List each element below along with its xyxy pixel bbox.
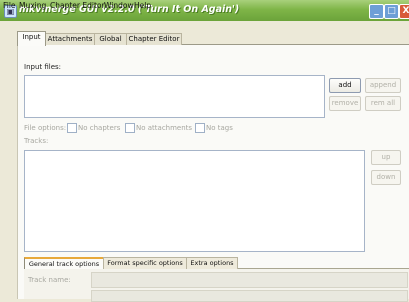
tab-attachments[interactable]: Attachments <box>45 33 95 45</box>
menu-muxing[interactable]: Muxing <box>19 1 46 10</box>
subtab-general-track-options[interactable]: General track options <box>24 257 104 269</box>
add-button[interactable]: add <box>329 78 361 93</box>
subtab-format-specific-options[interactable]: Format specific options <box>103 257 187 269</box>
input-files-list[interactable] <box>24 75 325 118</box>
menu-file[interactable]: File <box>3 1 16 10</box>
track-down-button[interactable]: down <box>371 170 401 185</box>
file-options-label: File options: <box>24 124 67 132</box>
tab-input[interactable]: Input <box>17 31 46 46</box>
tab-chapter-editor[interactable]: Chapter Editor <box>126 33 182 45</box>
subtab-extra-options[interactable]: Extra options <box>186 257 238 269</box>
menu-chapter-editor[interactable]: Chapter Editor <box>50 1 105 10</box>
no-attachments-label: No attachments <box>136 124 193 132</box>
no-attachments-checkbox[interactable] <box>125 123 135 133</box>
track-name-label: Track name: <box>28 276 71 284</box>
append-button[interactable]: append <box>365 78 401 93</box>
tracks-label: Tracks: <box>24 137 49 145</box>
remove-all-button[interactable]: rem all <box>365 96 401 111</box>
minimize-button[interactable]: _ <box>369 4 384 19</box>
tracks-list[interactable] <box>24 150 365 252</box>
no-chapters-checkbox[interactable] <box>67 123 77 133</box>
close-button[interactable]: X <box>399 4 409 19</box>
maximize-button[interactable]: □ <box>384 4 399 19</box>
tab-global[interactable]: Global <box>94 33 127 45</box>
no-tags-label: No tags <box>206 124 233 132</box>
track-up-button[interactable]: up <box>371 150 401 165</box>
input-files-label: Input files: <box>24 63 62 71</box>
no-tags-checkbox[interactable] <box>195 123 205 133</box>
track-name-input[interactable] <box>91 272 408 288</box>
remove-button[interactable]: remove <box>329 96 361 111</box>
menu-window[interactable]: Window <box>104 1 134 10</box>
language-select[interactable] <box>91 290 408 302</box>
no-chapters-label: No chapters <box>78 124 121 132</box>
menu-bar <box>0 21 409 32</box>
menu-help[interactable]: Help <box>134 1 151 10</box>
